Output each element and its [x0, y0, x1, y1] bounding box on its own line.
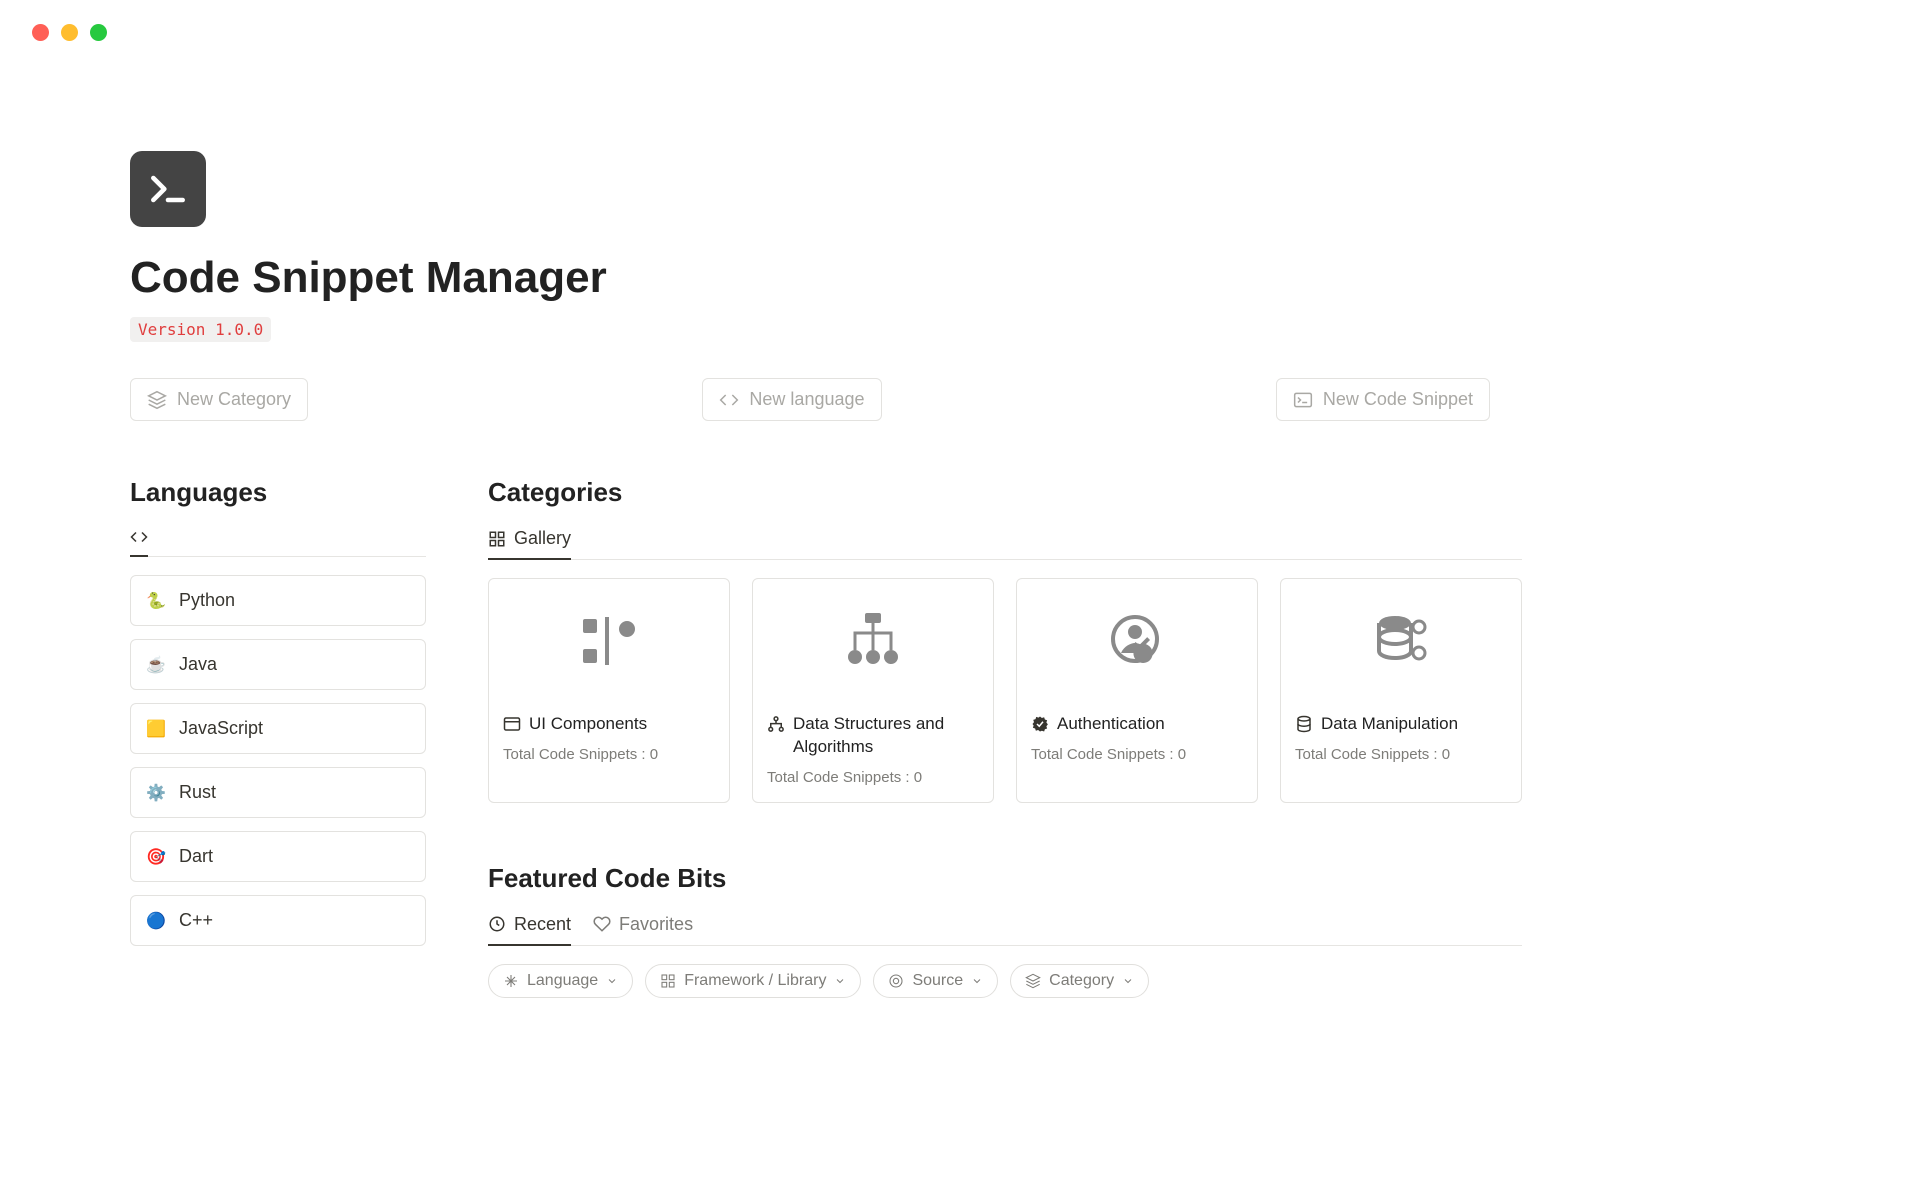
- language-label: Dart: [179, 846, 213, 867]
- action-row: New Category New language New Code Snipp…: [130, 378, 1490, 421]
- featured-section: Featured Code Bits Recent Favorites Lang…: [488, 863, 1522, 998]
- filter-label: Source: [912, 972, 963, 990]
- language-item-rust[interactable]: ⚙️ Rust: [130, 767, 426, 818]
- languages-title: Languages: [130, 477, 426, 508]
- algorithm-cover: [753, 579, 993, 703]
- new-snippet-button[interactable]: New Code Snippet: [1276, 378, 1490, 421]
- language-item-javascript[interactable]: 🟨 JavaScript: [130, 703, 426, 754]
- terminal-icon: [130, 151, 206, 227]
- window-icon: [503, 715, 521, 733]
- rust-icon: ⚙️: [145, 783, 167, 803]
- filter-row: Language Framework / Library Source: [488, 964, 1522, 998]
- verified-icon: [1031, 715, 1049, 733]
- cpp-icon: 🔵: [145, 911, 167, 931]
- snippet-count: Total Code Snippets : 0: [503, 746, 715, 763]
- chevron-down-icon: [606, 975, 618, 987]
- layers-icon: [147, 390, 167, 410]
- filter-label: Framework / Library: [684, 972, 826, 990]
- tab-favorites[interactable]: Favorites: [593, 914, 693, 945]
- tab-recent[interactable]: Recent: [488, 914, 571, 945]
- new-category-button[interactable]: New Category: [130, 378, 308, 421]
- language-label: Java: [179, 654, 217, 675]
- categories-title: Categories: [488, 477, 1522, 508]
- language-label: C++: [179, 910, 213, 931]
- snippet-count: Total Code Snippets : 0: [1295, 746, 1507, 763]
- chevron-down-icon: [1122, 975, 1134, 987]
- languages-tabs: [130, 528, 426, 557]
- tab-recent-label: Recent: [514, 914, 571, 935]
- tab-gallery[interactable]: Gallery: [488, 528, 571, 559]
- languages-list: 🐍 Python ☕ Java 🟨 JavaScript ⚙️ Rust 🎯: [130, 575, 426, 946]
- category-card-authentication[interactable]: Authentication Total Code Snippets : 0: [1016, 578, 1258, 803]
- card-title: Data Manipulation: [1321, 713, 1458, 736]
- category-card-data-structures[interactable]: Data Structures and Algorithms Total Cod…: [752, 578, 994, 803]
- card-title: Authentication: [1057, 713, 1165, 736]
- language-item-java[interactable]: ☕ Java: [130, 639, 426, 690]
- new-category-label: New Category: [177, 389, 291, 410]
- featured-title: Featured Code Bits: [488, 863, 1522, 894]
- snippet-count: Total Code Snippets : 0: [1031, 746, 1243, 763]
- sparkle-icon: [503, 973, 519, 989]
- language-item-cpp[interactable]: 🔵 C++: [130, 895, 426, 946]
- tab-gallery-label: Gallery: [514, 528, 571, 549]
- language-label: Rust: [179, 782, 216, 803]
- language-label: Python: [179, 590, 235, 611]
- tab-favorites-label: Favorites: [619, 914, 693, 935]
- window-controls: [0, 0, 1920, 41]
- language-item-dart[interactable]: 🎯 Dart: [130, 831, 426, 882]
- window-minimize[interactable]: [61, 24, 78, 41]
- filter-category[interactable]: Category: [1010, 964, 1149, 998]
- featured-tabs: Recent Favorites: [488, 914, 1522, 946]
- python-icon: 🐍: [145, 591, 167, 611]
- gallery-icon: [488, 530, 506, 548]
- new-language-label: New language: [749, 389, 864, 410]
- filter-language[interactable]: Language: [488, 964, 633, 998]
- version-badge: Version 1.0.0: [130, 317, 271, 342]
- javascript-icon: 🟨: [145, 719, 167, 739]
- code-icon: [130, 528, 148, 546]
- ui-components-cover: [489, 579, 729, 703]
- new-language-button[interactable]: New language: [702, 378, 881, 421]
- auth-cover: [1017, 579, 1257, 703]
- new-snippet-label: New Code Snippet: [1323, 389, 1473, 410]
- category-card-ui-components[interactable]: UI Components Total Code Snippets : 0: [488, 578, 730, 803]
- snippet-count: Total Code Snippets : 0: [767, 769, 979, 786]
- chevron-down-icon: [834, 975, 846, 987]
- window-maximize[interactable]: [90, 24, 107, 41]
- category-card-data-manipulation[interactable]: Data Manipulation Total Code Snippets : …: [1280, 578, 1522, 803]
- card-title: UI Components: [529, 713, 647, 736]
- categories-tabs: Gallery: [488, 528, 1522, 560]
- terminal-small-icon: [1293, 390, 1313, 410]
- languages-tab-code[interactable]: [130, 528, 148, 556]
- chevron-down-icon: [971, 975, 983, 987]
- grid-icon: [660, 973, 676, 989]
- language-label: JavaScript: [179, 718, 263, 739]
- filter-label: Category: [1049, 972, 1114, 990]
- filter-framework[interactable]: Framework / Library: [645, 964, 861, 998]
- layers-icon: [1025, 973, 1041, 989]
- hierarchy-icon: [767, 715, 785, 733]
- card-title: Data Structures and Algorithms: [793, 713, 979, 759]
- data-cover: [1281, 579, 1521, 703]
- java-icon: ☕: [145, 655, 167, 675]
- filter-label: Language: [527, 972, 598, 990]
- window-close[interactable]: [32, 24, 49, 41]
- clock-icon: [488, 915, 506, 933]
- target-icon: [888, 973, 904, 989]
- filter-source[interactable]: Source: [873, 964, 998, 998]
- dart-icon: 🎯: [145, 847, 167, 867]
- page-title: Code Snippet Manager: [130, 253, 1790, 303]
- heart-icon: [593, 915, 611, 933]
- database-icon: [1295, 715, 1313, 733]
- code-icon: [719, 390, 739, 410]
- language-item-python[interactable]: 🐍 Python: [130, 575, 426, 626]
- languages-section: Languages 🐍 Python ☕ Java 🟨 JavaScript: [130, 477, 426, 998]
- categories-gallery: UI Components Total Code Snippets : 0: [488, 578, 1522, 803]
- categories-section: Categories Gallery: [488, 477, 1522, 803]
